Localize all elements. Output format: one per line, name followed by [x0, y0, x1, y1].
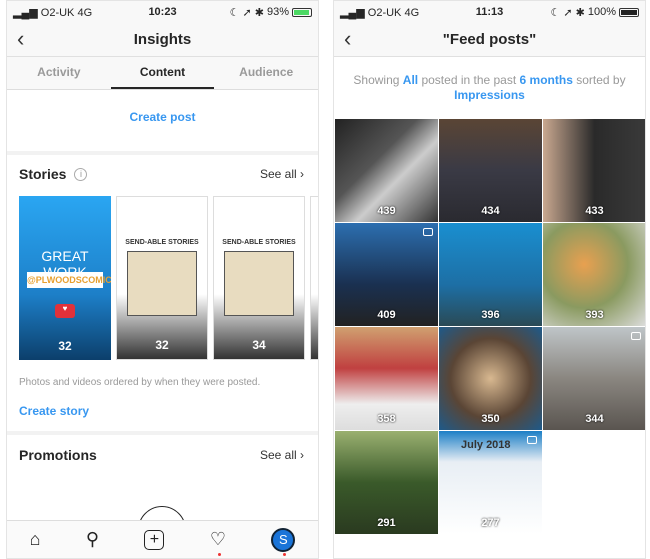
- tab-audience[interactable]: Audience: [214, 57, 318, 89]
- impressions-count: 358: [377, 413, 396, 425]
- add-post-icon[interactable]: +: [144, 529, 165, 550]
- comic-title: SEND-ABLE STORIES: [222, 239, 296, 246]
- promotions-see-all[interactable]: See all ›: [260, 448, 304, 462]
- story-handle-sticker: @PLWOODSCOMICS: [27, 272, 111, 288]
- impressions-count: 393: [585, 309, 604, 321]
- post-thumb[interactable]: 434: [439, 119, 542, 222]
- status-icons: ☾ ➚ ✱: [550, 6, 585, 19]
- nav-bar: ‹ Insights: [7, 23, 318, 57]
- see-all-label: See all: [259, 448, 297, 462]
- post-thumb[interactable]: 358: [335, 327, 438, 430]
- back-icon[interactable]: ‹: [344, 26, 351, 52]
- impressions-count: 434: [481, 205, 500, 217]
- profile-icon[interactable]: S: [271, 527, 296, 556]
- post-thumb[interactable]: 409: [335, 223, 438, 326]
- tab-activity[interactable]: Activity: [7, 57, 111, 89]
- post-thumb[interactable]: 439: [335, 119, 438, 222]
- post-thumb[interactable]: 393: [543, 223, 645, 326]
- battery-percent: 100%: [587, 6, 617, 18]
- post-thumb[interactable]: 344: [543, 327, 645, 430]
- heart-icon[interactable]: ♡: [210, 529, 226, 556]
- story-thumb[interactable]: GREAT WORK @PLWOODSCOMICS ♥ 32: [19, 196, 111, 360]
- comic-title: SEND-ABLE STORIES: [125, 239, 199, 246]
- divider: [7, 151, 318, 155]
- battery-icon: [292, 7, 313, 17]
- promotions-header: Promotions See all ›: [19, 447, 304, 463]
- posts-grid: 439 434 433 409 396 393 358 350 344 291 …: [335, 119, 645, 534]
- insights-screen: ▂▄▆ O2-UK 4G 10:23 ☾ ➚ ✱ 93% ‹ Insights A…: [6, 0, 319, 559]
- battery-percent: 93%: [266, 6, 290, 18]
- post-thumb[interactable]: 396: [439, 223, 542, 326]
- network: 4G: [77, 6, 93, 19]
- impressions-count: 277: [481, 517, 500, 529]
- impressions-count: 439: [377, 205, 396, 217]
- search-icon[interactable]: ⚲: [86, 529, 99, 550]
- carrier: O2-UK: [40, 6, 75, 19]
- filter-sort-link[interactable]: Impressions: [454, 88, 525, 102]
- info-icon[interactable]: i: [74, 167, 88, 181]
- network: 4G: [404, 6, 420, 19]
- page-title: Insights: [133, 31, 192, 48]
- post-thumb[interactable]: 291: [335, 431, 438, 534]
- impressions-count: 344: [585, 413, 604, 425]
- story-thumb[interactable]: SEND-ABLE STORIES 34: [213, 196, 305, 360]
- back-icon[interactable]: ‹: [17, 26, 24, 52]
- tabs: Activity Content Audience: [7, 57, 318, 90]
- filter-type-link[interactable]: All: [403, 73, 418, 87]
- video-icon: [631, 332, 641, 340]
- post-thumb[interactable]: 433: [543, 119, 645, 222]
- clock: 11:13: [475, 6, 504, 18]
- comic-image: SEND-ABLE STORIES: [214, 197, 304, 359]
- home-icon[interactable]: ⌂: [30, 529, 41, 550]
- battery-icon: [619, 7, 640, 17]
- story-count: 34: [252, 338, 266, 352]
- post-thumb[interactable]: 350: [439, 327, 542, 430]
- story-thumb-partial[interactable]: [310, 196, 318, 360]
- feed-posts-screen: ▂▄▆ O2-UK 4G 11:13 ☾ ➚ ✱ 100% ‹ "Feed pos…: [333, 0, 646, 559]
- filter-text: posted in the past: [418, 73, 520, 87]
- video-icon: [527, 436, 537, 444]
- stories-heading: Stories: [19, 166, 67, 182]
- see-all-label: See all: [259, 167, 297, 181]
- tab-content[interactable]: Content: [110, 57, 215, 89]
- nav-bar: ‹ "Feed posts": [334, 23, 645, 57]
- impressions-count: 433: [585, 205, 604, 217]
- create-story-link[interactable]: Create story: [19, 404, 89, 418]
- stories-see-all[interactable]: See all ›: [260, 167, 304, 181]
- filter-text: Showing: [353, 73, 403, 87]
- clock: 10:23: [148, 6, 177, 18]
- filter-period-link[interactable]: 6 months: [520, 73, 573, 87]
- story-thumb[interactable]: SEND-ABLE STORIES 32: [116, 196, 208, 360]
- story-count: 32: [58, 339, 72, 353]
- carrier: O2-UK: [367, 6, 402, 19]
- calendar-text: July 2018: [461, 439, 511, 451]
- story-count: 32: [155, 338, 169, 352]
- comic-image: SEND-ABLE STORIES: [117, 197, 207, 359]
- divider: [7, 431, 318, 435]
- status-bar: ▂▄▆ O2-UK 4G 10:23 ☾ ➚ ✱ 93%: [7, 1, 318, 23]
- filter-text: sorted by: [572, 73, 626, 87]
- impressions-count: 350: [481, 413, 500, 425]
- promotions-heading: Promotions: [19, 447, 97, 463]
- bottom-nav: ⌂ ⚲ + ♡ S: [7, 520, 318, 558]
- page-title: "Feed posts": [442, 31, 537, 48]
- create-post-link[interactable]: Create post: [129, 110, 195, 124]
- status-icons: ☾ ➚ ✱: [229, 6, 264, 19]
- video-icon: [423, 228, 433, 236]
- status-bar: ▂▄▆ O2-UK 4G 11:13 ☾ ➚ ✱ 100%: [334, 1, 645, 23]
- impressions-count: 409: [377, 309, 396, 321]
- stories-header: Stories i See all ›: [19, 166, 304, 182]
- stories-note: Photos and videos ordered by when they w…: [19, 377, 261, 388]
- filter-description: Showing All posted in the past 6 months …: [344, 73, 635, 103]
- impressions-count: 396: [481, 309, 500, 321]
- impressions-count: 291: [377, 517, 396, 529]
- like-sticker-icon: ♥: [55, 304, 75, 318]
- post-thumb[interactable]: July 2018 277: [439, 431, 542, 534]
